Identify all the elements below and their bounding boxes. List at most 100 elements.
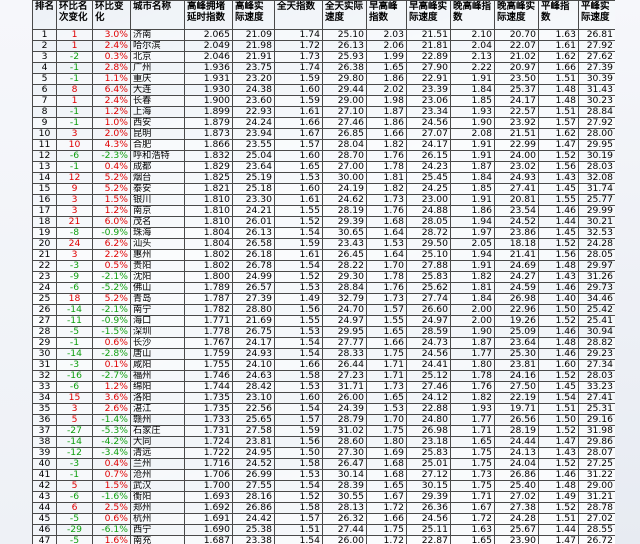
cell-off-index: 1.47 [538,139,579,151]
cell-pct-change: 1.6% [92,535,131,544]
cell-pm-speed: 23.81 [494,359,539,371]
cell-day-speed: 24.97 [322,315,367,327]
cell-peak-index: 2.065 [184,29,233,41]
cell-city: 成都 [130,161,185,173]
cell-am-index: 1.76 [366,205,407,217]
cell-off-speed: 28.05 [578,249,615,261]
cell-pm-index: 1.85 [450,183,495,195]
table-row: 34 15 3.6% 洛阳 1.735 23.10 1.60 26.00 1.65 24.12 1.… [32,392,615,404]
cell-rank-change: 15 [56,392,93,404]
cell-day-index: 1.53 [274,282,323,294]
table-row: 41 -1 0.7% 沧州 1.706 26.99 1.53 30.14 1.68 27.12 1.… [32,469,615,481]
cell-city: 贵阳 [130,260,185,272]
table-row: 46 -29 -6.1% 西宁 1.690 25.38 1.51 27.44 1.75 25.11… [32,524,615,536]
cell-peak-speed: 25.19 [232,172,275,184]
cell-day-index: 1.61 [274,106,323,118]
cell-day-speed: 25.93 [322,51,367,63]
cell-off-index: 1.46 [538,326,579,338]
cell-rank: 18 [32,216,57,228]
cell-city: 茂名 [130,216,185,228]
cell-peak-index: 1.829 [184,161,233,173]
table-row: 16 3 1.5% 银川 1.810 23.30 1.61 24.62 1.73 23.00 1.9… [32,194,615,206]
cell-pm-speed: 22.07 [494,40,539,52]
cell-day-index: 1.54 [274,227,323,239]
cell-rank: 32 [32,370,57,382]
cell-peak-speed: 26.18 [232,249,275,261]
cell-day-speed: 32.79 [322,293,367,305]
cell-peak-index: 1.832 [184,150,233,162]
table-row: 33 -6 1.2% 绵阳 1.744 28.42 1.53 31.71 1.73 27.46 1.… [32,381,615,393]
cell-rank-change: -29 [56,524,93,536]
cell-off-speed: 29.00 [578,480,615,492]
cell-day-index: 1.60 [274,84,323,96]
cell-am-speed: 27.46 [406,381,451,393]
cell-pct-change: 0.3% [92,51,131,63]
cell-pm-speed: 26.56 [494,414,539,426]
cell-day-speed: 27.10 [322,106,367,118]
cell-day-index: 1.66 [274,359,323,371]
cell-am-index: 1.69 [366,447,407,459]
cell-off-speed: 25.31 [578,403,615,415]
cell-pm-index: 1.97 [450,227,495,239]
cell-peak-speed: 23.55 [232,139,275,151]
cell-peak-speed: 23.60 [232,95,275,107]
table-row: 43 -6 -1.6% 衡阳 1.693 28.16 1.52 30.55 1.67 29.39 1… [32,491,615,503]
table-row: 15 9 5.2% 泰安 1.821 25.18 1.60 24.19 1.82 24.25 1.8… [32,183,615,195]
cell-rank-change: -16 [56,370,93,382]
cell-am-speed: 24.80 [406,414,451,426]
cell-peak-speed: 21.91 [232,51,275,63]
cell-off-speed: 28.82 [578,337,615,349]
cell-pm-speed: 24.27 [494,271,539,283]
cell-pm-index: 1.91 [450,139,495,151]
cell-rank: 44 [32,502,57,514]
cell-city: 哈尔滨 [130,40,185,52]
cell-pm-index: 2.00 [450,304,495,316]
table-row: 32 -16 -2.7% 福州 1.746 24.63 1.58 27.23 1.71 25.12… [32,370,615,382]
cell-am-speed: 24.23 [406,161,451,173]
cell-pm-speed: 25.67 [494,524,539,536]
cell-am-speed: 21.81 [406,40,451,52]
cell-pct-change: -4.2% [92,436,131,448]
cell-rank-change: 8 [56,84,93,96]
cell-pct-change: 2.0% [92,128,131,140]
cell-day-speed: 26.45 [322,249,367,261]
cell-am-speed: 25.83 [406,447,451,459]
header-day-index: 全天指数 [274,0,323,30]
cell-off-index: 1.47 [538,436,579,448]
table-row: 40 -3 0.4% 兰州 1.716 24.52 1.58 26.47 1.68 25.01 1.… [32,458,615,470]
cell-peak-index: 2.049 [184,40,233,52]
cell-peak-speed: 27.58 [232,425,275,437]
cell-off-speed: 28.00 [578,128,615,140]
cell-am-index: 1.75 [366,348,407,360]
cell-city: 汕头 [130,238,185,250]
cell-am-speed: 24.73 [406,337,451,349]
cell-peak-speed: 23.75 [232,62,275,74]
cell-city: 福州 [130,370,185,382]
cell-peak-index: 1.936 [184,62,233,74]
cell-am-index: 1.57 [366,304,407,316]
cell-off-speed: 30.21 [578,216,615,228]
cell-city: 大同 [130,436,185,448]
cell-rank-change: -1 [56,117,93,129]
cell-pm-speed: 24.13 [494,447,539,459]
cell-off-index: 1.54 [538,392,579,404]
table-row: 10 3 2.0% 昆明 1.873 23.94 1.67 26.85 1.66 27.07 2.0… [32,128,615,140]
cell-am-index: 1.87 [366,106,407,118]
cell-off-speed: 31.43 [578,84,615,96]
cell-pm-index: 1.84 [450,172,495,184]
cell-day-index: 1.53 [274,381,323,393]
table-row: 2 1 2.4% 哈尔滨 2.049 21.98 1.72 26.13 2.06 21.81 2.0… [32,40,615,52]
cell-pm-speed: 26.86 [494,469,539,481]
cell-day-speed: 26.00 [322,392,367,404]
cell-rank: 28 [32,326,57,338]
cell-off-index: 1.52 [538,315,579,327]
cell-off-speed: 31.26 [578,271,615,283]
cell-off-index: 1.45 [538,227,579,239]
cell-off-index: 1.57 [538,117,579,129]
cell-rank: 2 [32,40,57,52]
cell-peak-index: 1.771 [184,315,233,327]
table-row: 12 -6 -2.3% 呼和浩特 1.832 25.04 1.60 28.70 1.76 26.1… [32,150,615,162]
cell-am-speed: 24.12 [406,392,451,404]
cell-off-speed: 29.73 [578,282,615,294]
cell-pm-speed: 20.81 [494,194,539,206]
